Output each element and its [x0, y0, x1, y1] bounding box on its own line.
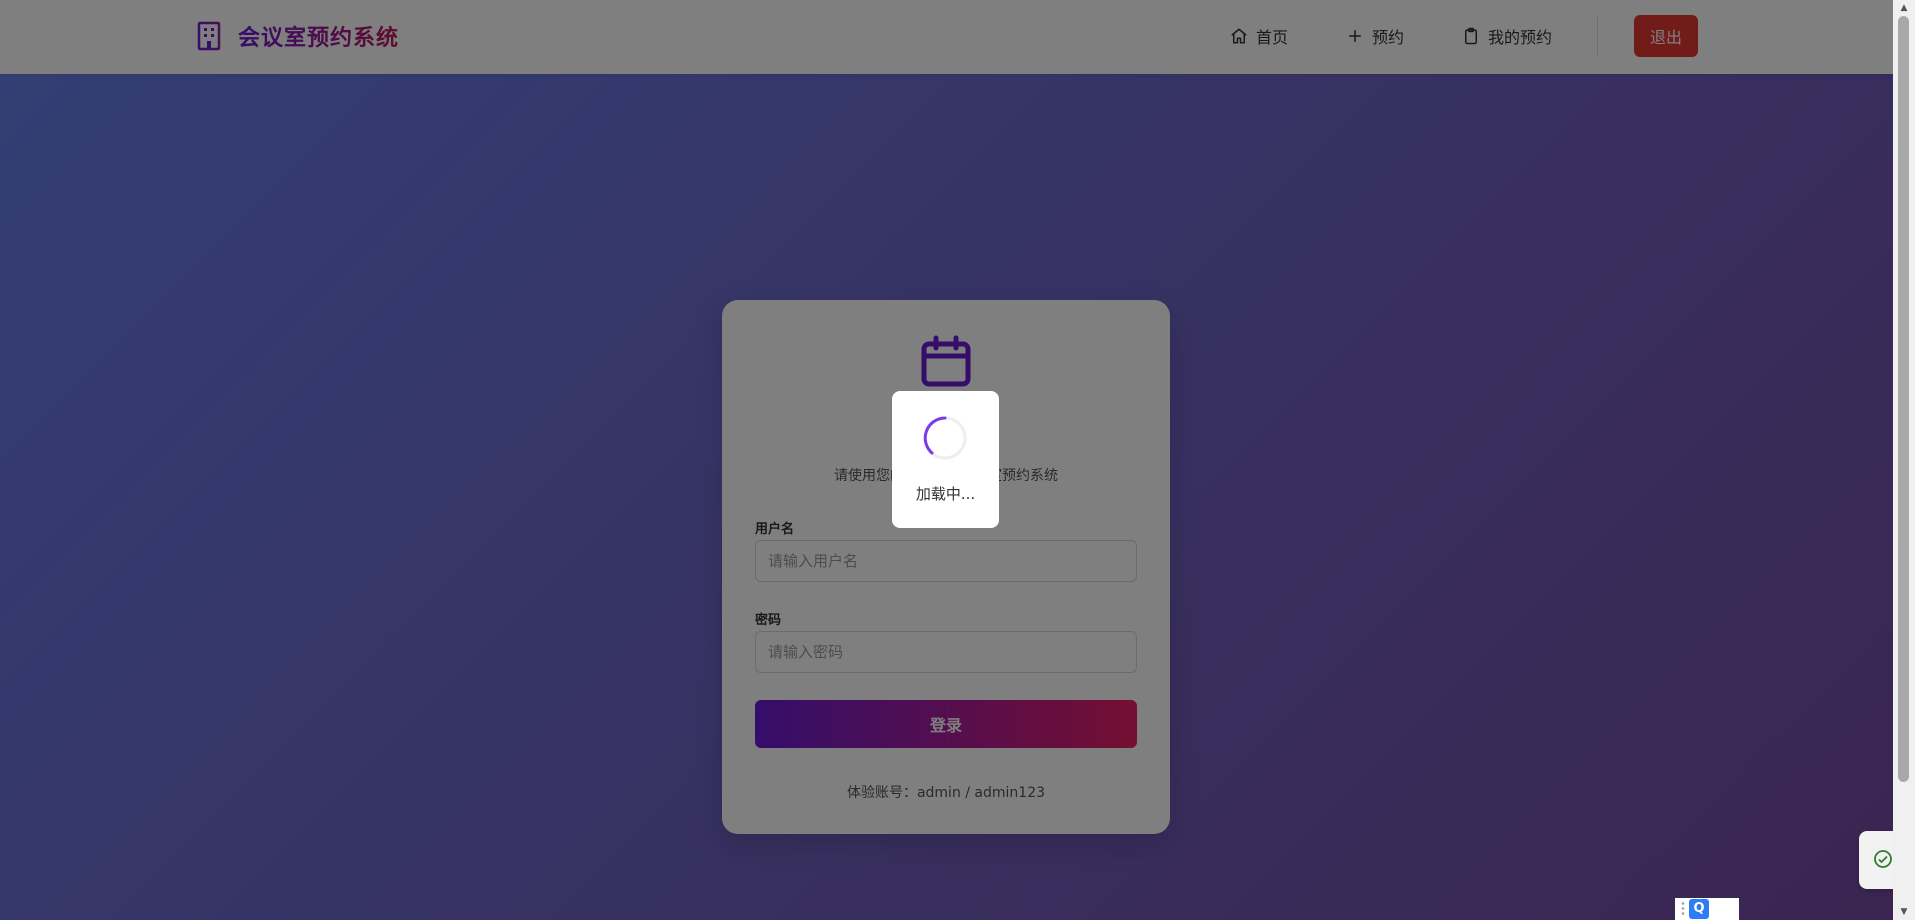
scrollbar-thumb[interactable] — [1898, 16, 1909, 782]
system-tray: Q — [1675, 898, 1739, 920]
spinner-icon — [923, 416, 967, 460]
drag-handle-icon[interactable] — [1681, 901, 1685, 917]
app-q-icon[interactable]: Q — [1689, 899, 1709, 919]
loading-dialog: 加载中... — [892, 391, 999, 528]
check-circle-icon — [1874, 850, 1892, 868]
vertical-scrollbar[interactable]: ▲ ▼ — [1893, 0, 1915, 920]
loading-text: 加载中... — [915, 485, 976, 503]
scroll-down-arrow-icon[interactable]: ▼ — [1893, 904, 1915, 920]
scroll-up-arrow-icon[interactable]: ▲ — [1893, 0, 1915, 16]
